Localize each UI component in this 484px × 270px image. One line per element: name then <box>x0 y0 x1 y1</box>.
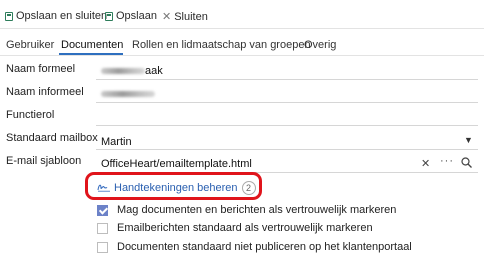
search-icon[interactable] <box>461 157 472 171</box>
save-button[interactable]: Opslaan <box>105 10 157 22</box>
function-role-input[interactable] <box>96 106 476 124</box>
tab-documenten[interactable]: Documenten <box>61 39 123 51</box>
save-and-close-label: Opslaan en sluiten <box>16 10 108 22</box>
toolbar-divider <box>0 28 484 29</box>
manage-signatures-link[interactable]: Handtekeningen beheren 2 <box>97 181 256 195</box>
redacted-informal-name[interactable] <box>101 91 155 97</box>
close-label: Sluiten <box>174 10 208 23</box>
tab-gebruiker[interactable]: Gebruiker <box>6 39 54 51</box>
function-role-field-line <box>96 125 478 126</box>
email-confidential-default-label: Emailberichten standaard als vertrouweli… <box>117 222 373 234</box>
tab-overig[interactable]: Overig <box>304 39 336 51</box>
save-and-close-button[interactable]: Opslaan en sluiten <box>5 10 107 22</box>
close-icon: ✕ <box>162 11 172 23</box>
label-informal-name: Naam informeel <box>6 86 84 98</box>
confidential-allowed-label: Mag documenten en berichten als vertrouw… <box>117 204 397 216</box>
email-template-value[interactable]: OfficeHeart/emailtemplate.html <box>101 158 252 170</box>
confidential-allowed-checkbox[interactable] <box>97 205 108 216</box>
formal-name-field-line <box>96 79 478 80</box>
clear-icon[interactable]: ✕ <box>421 157 430 170</box>
save-icon <box>5 11 13 21</box>
save-icon <box>105 11 113 21</box>
no-publish-portal-label: Documenten standaard niet publiceren op … <box>117 241 412 253</box>
default-mailbox-select[interactable]: Martin <box>101 136 132 148</box>
label-formal-name: Naam formeel <box>6 63 76 75</box>
redacted-formal-name <box>101 68 145 74</box>
label-email-template: E-mail sjabloon <box>6 155 82 167</box>
close-button[interactable]: ✕ Sluiten <box>162 10 208 24</box>
tab-divider <box>0 55 484 56</box>
formal-name-value[interactable]: aak <box>145 65 163 77</box>
chevron-down-icon[interactable]: ▼ <box>464 135 473 145</box>
email-confidential-default-checkbox[interactable] <box>97 223 108 234</box>
more-options-icon[interactable]: ··· <box>440 155 454 167</box>
label-default-mailbox: Standaard mailbox <box>6 132 98 144</box>
tab-rollen[interactable]: Rollen en lidmaatschap van groepen <box>132 39 311 51</box>
signatures-count-badge: 2 <box>241 181 256 195</box>
informal-name-field-line <box>96 102 478 103</box>
no-publish-portal-checkbox[interactable] <box>97 242 108 253</box>
manage-signatures-label: Handtekeningen beheren <box>114 182 238 194</box>
save-label: Opslaan <box>116 10 157 22</box>
signature-icon <box>97 182 111 195</box>
mailbox-field-line <box>96 149 478 150</box>
label-function-role: Functierol <box>6 109 55 121</box>
